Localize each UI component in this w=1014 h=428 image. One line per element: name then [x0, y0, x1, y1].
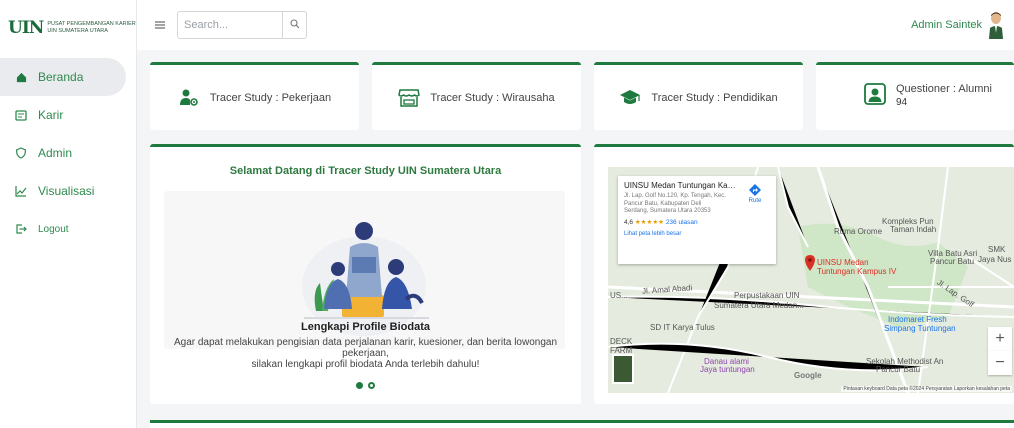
- shield-icon: [14, 146, 28, 160]
- map-label: Jaya Nus: [978, 255, 1012, 264]
- store-icon: [398, 87, 421, 109]
- google-logo: Google: [794, 371, 822, 380]
- map-label: Simpang Tuntungan: [884, 324, 956, 333]
- stat-label: Tracer Study : Pendidikan: [651, 91, 778, 104]
- graduation-cap-icon: [619, 87, 641, 109]
- chart-line-icon: [14, 184, 28, 198]
- logout-icon: [14, 222, 28, 236]
- map-marker-label: Tuntungan Kampus IV: [817, 267, 897, 276]
- sidebar-item-label: Admin: [38, 146, 73, 160]
- map-label: Sumatera Utara Medan...: [714, 301, 804, 310]
- map-label: Indomaret Fresh: [888, 315, 947, 324]
- sidebar-item-logout[interactable]: Logout: [0, 210, 136, 248]
- map-layer-toggle[interactable]: [612, 354, 634, 384]
- place-info-card: UINSU Medan Tuntungan Kam... Jl. Lap. Go…: [618, 176, 776, 264]
- address-line: Serdang, Sumatera Utara 20353: [624, 208, 711, 214]
- user-gear-icon: [178, 87, 200, 109]
- alumni-count: 94: [896, 97, 908, 108]
- address-line: Jl. Lap. Golf No.120, Kp. Tengah, Kec.: [624, 193, 726, 199]
- avatar: [988, 11, 1004, 39]
- rating-value: 4,6: [624, 218, 634, 226]
- directions-label: Rute: [748, 198, 762, 204]
- search-input[interactable]: [178, 12, 282, 38]
- home-icon: [14, 70, 28, 84]
- map-label: Ruma Orome: [834, 227, 883, 236]
- sidebar-item-admin[interactable]: Admin: [0, 134, 136, 172]
- place-address: Jl. Lap. Golf No.120, Kp. Tengah, Kec. P…: [624, 193, 739, 216]
- sidebar-item-label: Visualisasi: [38, 184, 95, 198]
- stat-card-questioner[interactable]: Questioner : Alumni 94: [816, 62, 1014, 130]
- place-name[interactable]: UINSU Medan Tuntungan Kam...: [624, 181, 736, 190]
- stat-card-wirausaha[interactable]: Tracer Study : Wirausaha: [372, 62, 581, 130]
- map-marker-icon[interactable]: [805, 255, 815, 276]
- map-label: Pancur Batu: [876, 365, 921, 374]
- slide-description: Agar dapat melakukan pengisian data perj…: [150, 337, 581, 370]
- directions-button[interactable]: Rute: [742, 184, 768, 204]
- search-button[interactable]: [282, 12, 306, 38]
- map-attribution[interactable]: Pintasan keyboard Data peta ©2024 Persya…: [841, 386, 1012, 392]
- briefcase-icon: [14, 108, 28, 122]
- logo[interactable]: UIN PUSAT PENGEMBANGAN KARIER UIN SUMATE…: [0, 0, 136, 56]
- topbar: Admin Saintek: [137, 0, 1014, 50]
- logo-text-line2: UIN SUMATERA UTARA: [47, 28, 108, 34]
- map-label: Jaya tuntungan: [700, 365, 755, 374]
- view-larger-map-link[interactable]: Lihat peta lebih besar: [624, 231, 770, 237]
- stat-text: Questioner : Alumni 94: [896, 83, 992, 108]
- stat-label: Questioner : Alumni: [896, 83, 992, 95]
- logo-mark: UIN: [8, 17, 44, 38]
- sidebar-item-label: Beranda: [38, 70, 84, 84]
- carousel-indicators: [150, 382, 581, 389]
- map-label: SD IT Karya Tulus: [650, 323, 715, 332]
- map-marker-label: UINSU Medan: [817, 258, 869, 267]
- sidebar-nav: Beranda Karir Admin Visualisasi Logout: [0, 58, 136, 248]
- user-menu[interactable]: Admin Saintek: [911, 0, 1004, 50]
- next-card-edge: [150, 420, 1014, 428]
- search-box: [177, 11, 307, 39]
- address-line: Pancur Batu, Kabupaten Deli: [624, 200, 702, 207]
- carousel-dot-1[interactable]: [356, 382, 363, 389]
- menu-toggle-icon[interactable]: [155, 18, 169, 33]
- sidebar-item-visualisasi[interactable]: Visualisasi: [0, 172, 136, 210]
- logo-text: PUSAT PENGEMBANGAN KARIER UIN SUMATERA U…: [47, 21, 135, 35]
- carousel-dot-2[interactable]: [368, 382, 375, 389]
- slide-desc-line1: Agar dapat melakukan pengisian data perj…: [173, 337, 558, 359]
- stat-label: Tracer Study : Pekerjaan: [209, 91, 332, 104]
- zoom-out-button[interactable]: −: [988, 351, 1012, 375]
- stat-card-pendidikan[interactable]: Tracer Study : Pendidikan: [594, 62, 803, 130]
- sidebar-item-beranda[interactable]: Beranda: [0, 58, 126, 96]
- rating-stars: ★★★★★: [634, 218, 664, 226]
- slide-desc-line2: silakan lengkapi profil biodata Anda ter…: [251, 359, 480, 370]
- place-rating: 4,6 ★★★★★ 236 ulasan: [624, 218, 770, 226]
- search-icon: [289, 16, 300, 34]
- map-label: Pancur Batu: [930, 257, 975, 266]
- sidebar-item-label: Logout: [38, 223, 69, 235]
- welcome-card: Selamat Datang di Tracer Study UIN Sumat…: [150, 144, 581, 404]
- map-label: Perpustakaan UIN: [734, 291, 800, 300]
- map-label: DECK: [610, 337, 633, 346]
- stat-label: Tracer Study : Wirausaha: [430, 91, 555, 104]
- user-card-icon: [864, 83, 886, 105]
- map-label: Taman Indah: [890, 225, 937, 234]
- map-label: SMK: [988, 245, 1006, 254]
- embedded-map[interactable]: Ruma Orome Kompleks Pun Taman Indah Vill…: [608, 167, 1014, 393]
- slide-title: Lengkapi Profile Biodata: [301, 321, 430, 333]
- stat-card-pekerjaan[interactable]: Tracer Study : Pekerjaan: [150, 62, 359, 130]
- sidebar-item-karir[interactable]: Karir: [0, 96, 136, 134]
- map-card: Ruma Orome Kompleks Pun Taman Indah Vill…: [594, 144, 1014, 404]
- review-count-link[interactable]: 236 ulasan: [666, 219, 698, 226]
- map-label: US...: [610, 291, 628, 300]
- welcome-title: Selamat Datang di Tracer Study UIN Sumat…: [229, 165, 502, 177]
- user-name: Admin Saintek: [911, 19, 982, 31]
- sidebar: UIN PUSAT PENGEMBANGAN KARIER UIN SUMATE…: [0, 0, 137, 428]
- sidebar-item-label: Karir: [38, 108, 64, 122]
- zoom-in-button[interactable]: +: [988, 327, 1012, 351]
- logo-text-line1: PUSAT PENGEMBANGAN KARIER: [47, 20, 136, 27]
